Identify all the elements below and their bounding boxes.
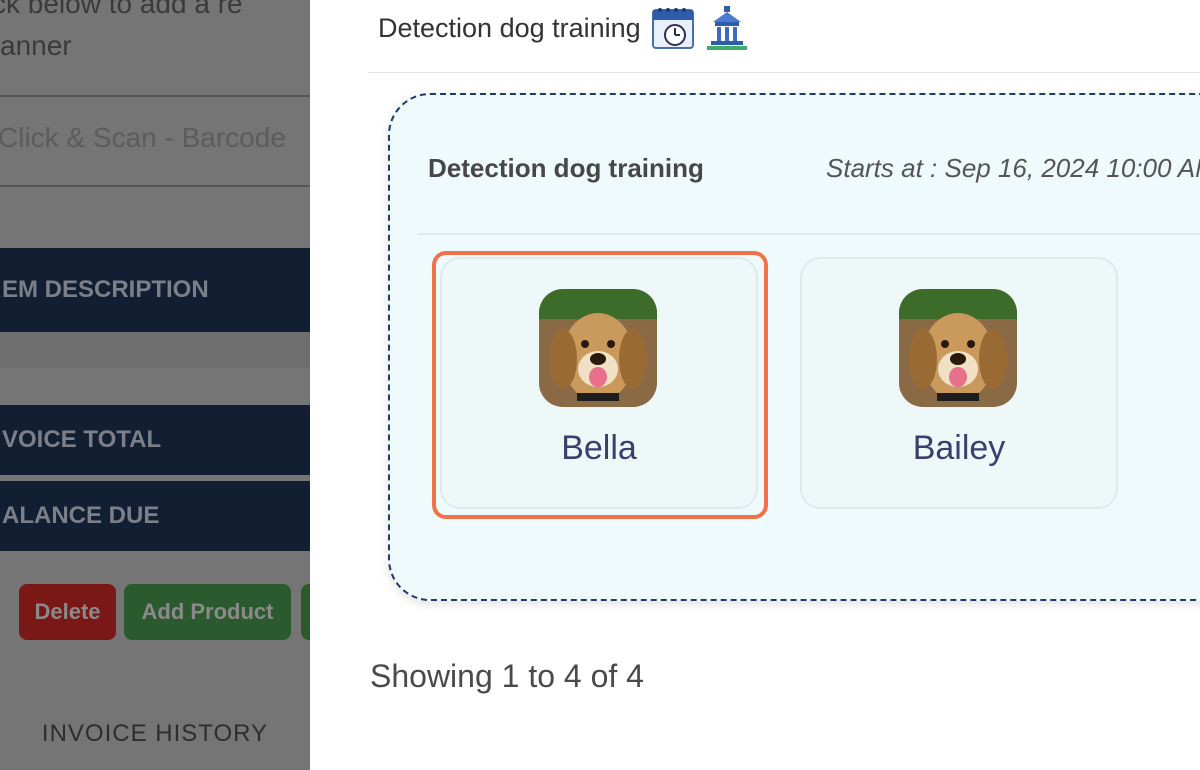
extra-button[interactable]	[301, 584, 310, 640]
instruction-text-2: anner	[0, 30, 72, 61]
dog-name: Bella	[561, 429, 637, 467]
pagination-summary: Showing 1 to 4 of 4	[370, 658, 644, 694]
event-start-time: Starts at : Sep 16, 2024 10:00 AM	[826, 153, 1200, 183]
divider	[0, 185, 310, 187]
dog-card-bailey[interactable]: Bailey	[800, 257, 1118, 509]
event-divider	[418, 233, 1200, 235]
dog-card-bella[interactable]: Bella	[440, 257, 758, 509]
event-card: Detection dog training Starts at : Sep 1…	[388, 93, 1200, 601]
modal-panel: Detection dog training Detection dog tra…	[310, 0, 1200, 770]
dog-avatar	[539, 289, 657, 407]
dog-avatar	[899, 289, 1017, 407]
dog-name: Bailey	[912, 429, 1006, 467]
table-spacer	[0, 332, 310, 368]
invoice-total-row: VOICE TOTAL	[0, 405, 310, 475]
calendar-clock-icon[interactable]	[651, 4, 695, 52]
building-icon[interactable]	[705, 4, 749, 52]
modal-header: Detection dog training	[378, 4, 749, 52]
event-title: Detection dog training	[428, 153, 704, 183]
item-description-header: EM DESCRIPTION	[0, 248, 310, 332]
delete-button[interactable]: Delete	[19, 584, 116, 640]
divider	[0, 95, 310, 97]
instruction-text: ck below to add a re	[0, 0, 243, 19]
header-divider	[368, 72, 1200, 73]
modal-title: Detection dog training	[378, 12, 641, 43]
barcode-scan-input[interactable]: Click & Scan - Barcode	[0, 122, 286, 154]
balance-due-row: ALANCE DUE	[0, 481, 310, 551]
add-product-button[interactable]: Add Product	[124, 584, 291, 640]
invoice-history-label: INVOICE HISTORY	[41, 720, 269, 747]
background-page: ck below to add a re anner Click & Scan …	[0, 0, 310, 770]
